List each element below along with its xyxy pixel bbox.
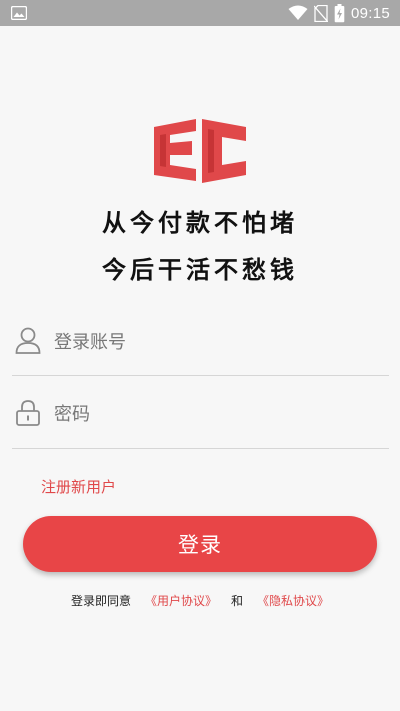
slogan-line-2: 今后干活不愁钱 (102, 255, 298, 284)
ec-logo-icon (154, 119, 246, 183)
register-link[interactable]: 注册新用户 (41, 476, 116, 497)
account-field-row (12, 316, 389, 376)
account-input[interactable] (54, 324, 389, 360)
battery-charging-icon (334, 3, 345, 22)
password-field-row (12, 388, 389, 449)
user-agreement-link[interactable]: 《用户协议》 (145, 594, 217, 608)
agreement-text: 登录即同意 《用户协议》和《隐私协议》 (0, 592, 400, 609)
wifi-icon (288, 5, 308, 20)
user-icon (15, 327, 41, 354)
agreement-prefix: 登录即同意 (70, 594, 131, 608)
status-icons: 09:15 (288, 3, 390, 23)
status-time: 09:15 (350, 4, 390, 22)
lock-icon (16, 400, 40, 426)
image-icon (11, 6, 27, 20)
privacy-policy-link[interactable]: 《隐私协议》 (257, 594, 329, 608)
status-bar: 09:15 (0, 0, 400, 26)
agreement-conjunction: 和 (231, 594, 244, 608)
slogan-line-1: 从今付款不怕堵 (102, 208, 298, 237)
password-input[interactable] (54, 396, 389, 432)
login-button[interactable]: 登录 (23, 516, 377, 572)
no-sim-icon (313, 4, 328, 22)
